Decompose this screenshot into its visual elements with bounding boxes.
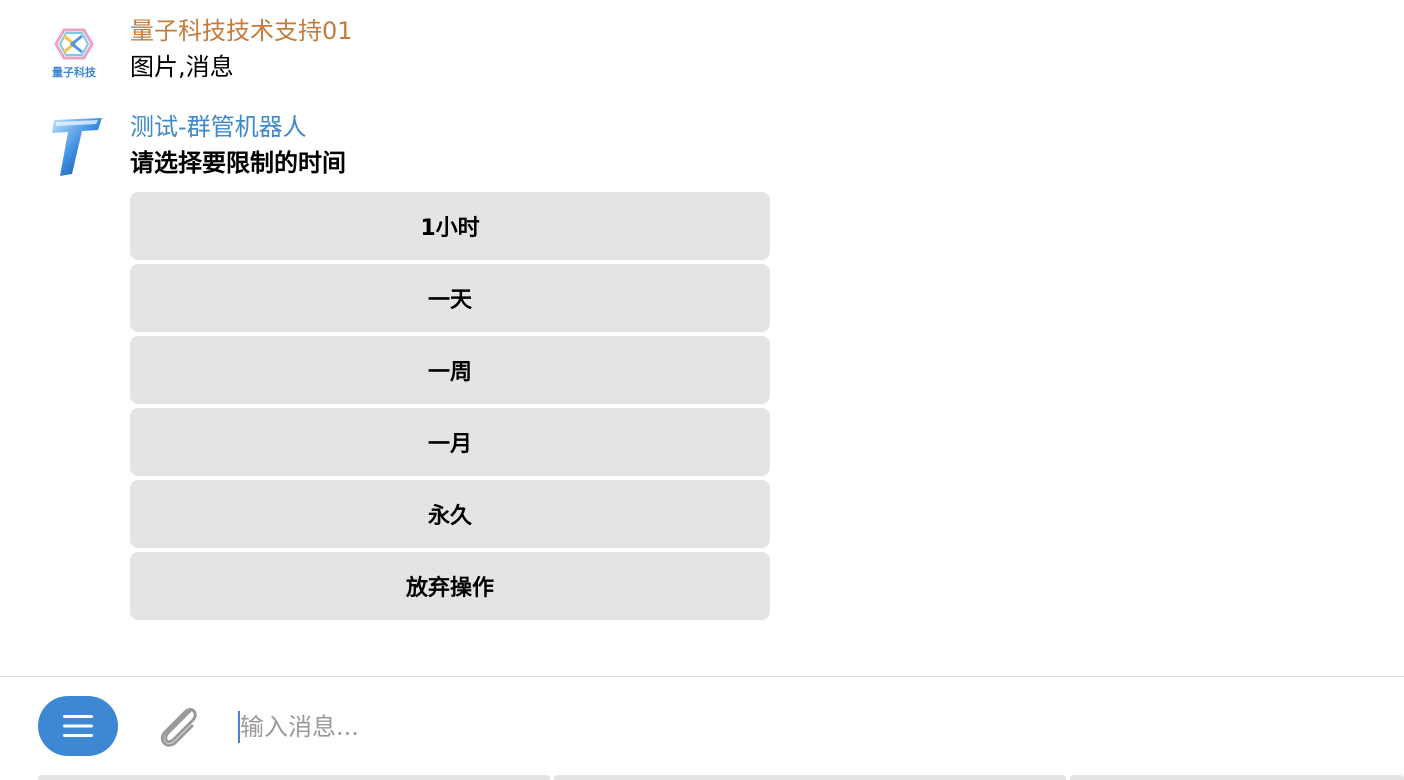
message-text: 请选择要限制的时间 [130,149,346,177]
keyboard-button-1-hour[interactable]: 1小时 [130,192,770,260]
message-item: 测试-群管机器人 请选择要限制的时间 1小时 一天 一周 一月 永久 放弃操作 [0,110,1404,630]
menu-icon [63,715,93,737]
message-item: 量子科技 量子科技技术支持01 图片,消息 [0,14,1404,94]
keyboard-button-1-week[interactable]: 一周 [130,336,770,404]
avatar[interactable]: 量子科技 [42,24,106,88]
paperclip-icon [160,707,197,747]
chat-app: 量子科技 量子科技技术支持01 图片,消息 测试-群管机器人 请选择要限制的时间… [0,0,1404,780]
sender-name[interactable]: 测试-群管机器人 [130,112,307,142]
keyboard-button-permanent[interactable]: 永久 [130,480,770,548]
t-bot-logo-icon [52,118,102,176]
message-input-wrapper [236,707,1340,747]
bot-menu-button[interactable] [38,696,118,756]
message-composer [0,677,1404,775]
message-text: 图片,消息 [130,53,234,81]
keyboard-button-1-month[interactable]: 一月 [130,408,770,476]
avatar-logo-text: 量子科技 [52,65,97,79]
reply-key[interactable] [554,775,1066,780]
reply-key[interactable] [38,775,550,780]
message-list: 量子科技 量子科技技术支持01 图片,消息 测试-群管机器人 请选择要限制的时间… [0,0,1404,676]
sender-name[interactable]: 量子科技技术支持01 [130,16,353,46]
reply-keyboard-strip [0,775,1404,780]
keyboard-button-cancel[interactable]: 放弃操作 [130,552,770,620]
text-caret [238,711,240,743]
attach-button[interactable] [152,699,204,753]
inline-keyboard: 1小时 一天 一周 一月 永久 放弃操作 [130,192,770,624]
quantum-tech-logo-icon: 量子科技 [52,28,97,79]
avatar[interactable] [42,114,106,178]
reply-key[interactable] [1070,775,1404,780]
message-input[interactable] [236,707,1340,747]
keyboard-button-1-day[interactable]: 一天 [130,264,770,332]
